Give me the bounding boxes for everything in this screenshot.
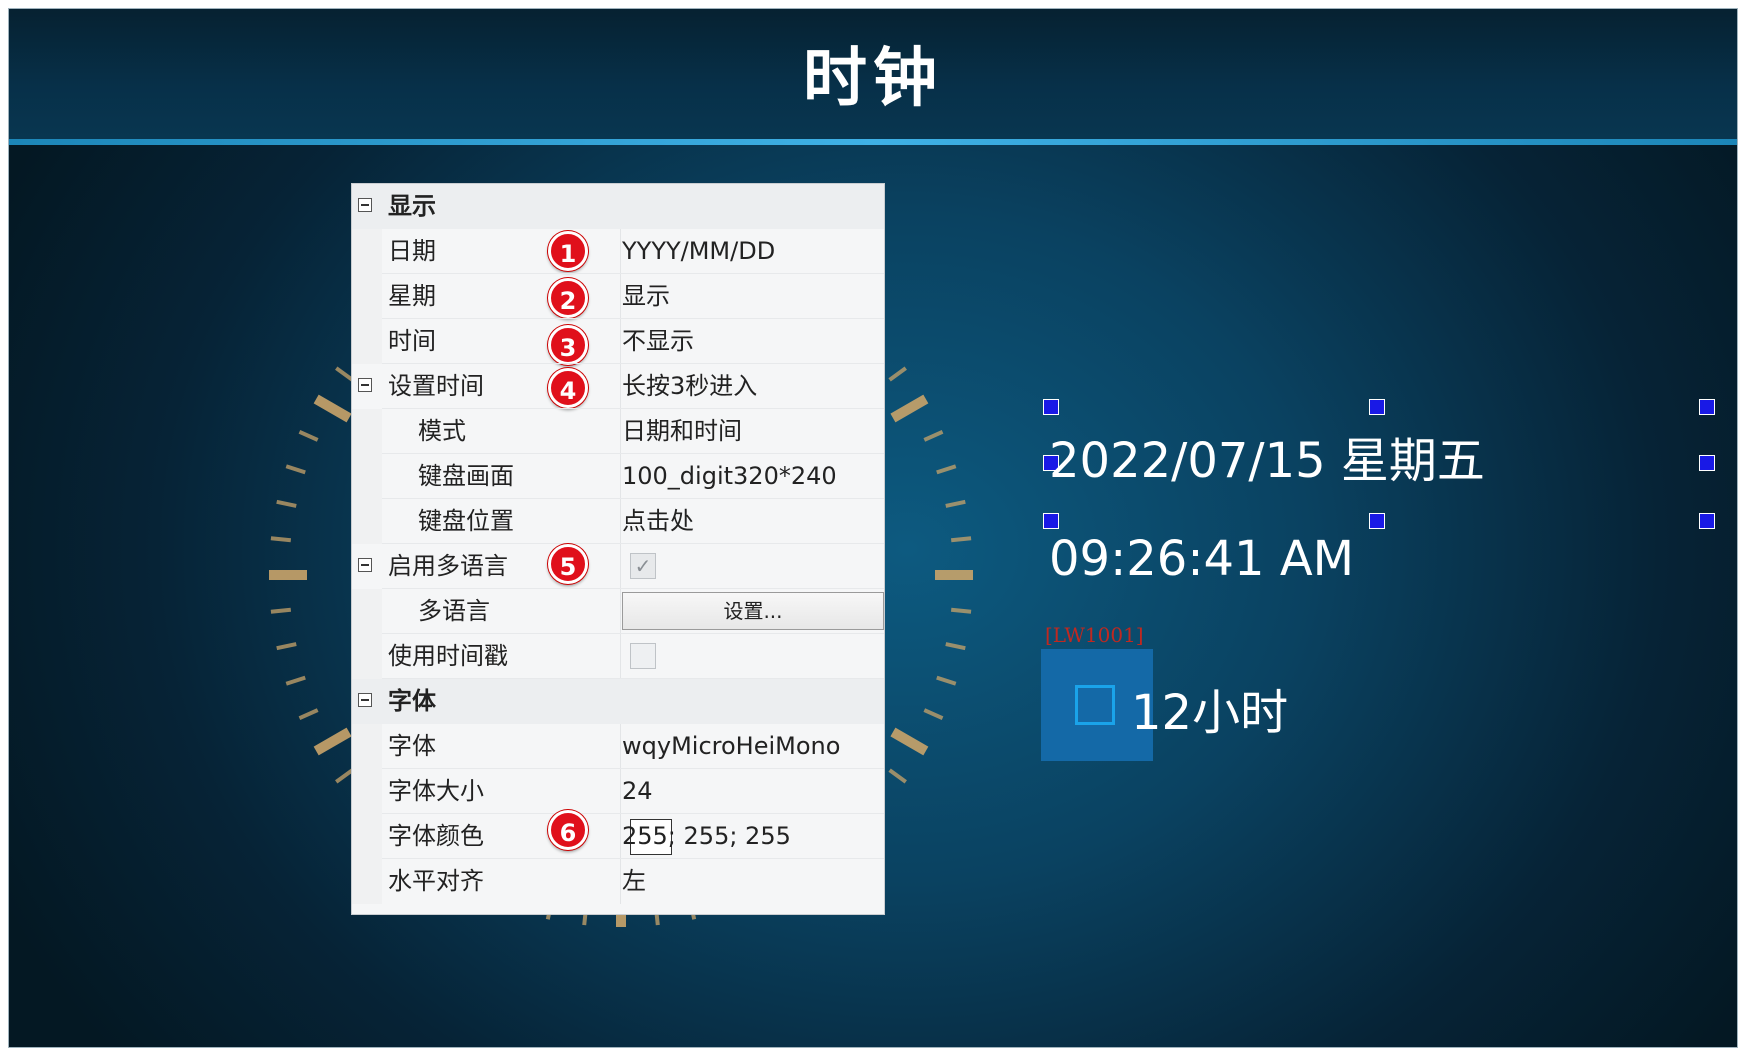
category-font-label: 字体 [388, 687, 436, 715]
dial-major-tick [313, 394, 352, 423]
dial-minor-tick [298, 708, 319, 720]
prop-font-color-value[interactable]: 255; 255; 255 [622, 814, 791, 859]
address-label: [LW1001] [1045, 623, 1144, 647]
dial-minor-tick [298, 430, 319, 442]
multilang-settings-button[interactable]: 设置... [622, 592, 884, 630]
collapse-toggle-display[interactable] [358, 198, 372, 212]
prop-keypad-screen-value[interactable]: 100_digit320*240 [622, 454, 837, 499]
dial-minor-tick [936, 464, 957, 475]
collapse-toggle-set-time[interactable] [358, 378, 372, 392]
prop-row-keypad-screen[interactable]: 键盘画面 100_digit320*240 [352, 454, 884, 499]
dial-minor-tick [276, 499, 297, 508]
prop-row-week[interactable]: 星期 2 显示 [352, 274, 884, 319]
dial-minor-tick [285, 464, 306, 475]
prop-week-value[interactable]: 显示 [622, 274, 670, 319]
callout-badge-1: 1 [548, 231, 588, 271]
dial-minor-tick [950, 607, 972, 614]
prop-time-label: 时间 [388, 327, 436, 355]
prop-font-size-value[interactable]: 24 [622, 769, 653, 814]
prop-align-value[interactable]: 左 [622, 859, 646, 904]
dial-minor-tick [285, 675, 306, 686]
prop-mode-value[interactable]: 日期和时间 [622, 409, 742, 454]
resize-handle-top-center[interactable] [1369, 399, 1385, 415]
prop-row-timestamp[interactable]: 使用时间戳 [352, 634, 884, 679]
prop-row-keypad-position[interactable]: 键盘位置 点击处 [352, 499, 884, 544]
dial-minor-tick [276, 642, 297, 651]
prop-row-font-family[interactable]: 字体 wqyMicroHeiMono [352, 724, 884, 769]
prop-font-family-label: 字体 [388, 732, 436, 760]
prop-row-align[interactable]: 水平对齐 左 [352, 859, 884, 904]
dial-minor-tick [923, 430, 944, 442]
dial-minor-tick [936, 675, 957, 686]
prop-keypad-position-value[interactable]: 点击处 [622, 499, 694, 544]
prop-font-size-label: 字体大小 [388, 777, 484, 805]
resize-handle-top-left[interactable] [1043, 399, 1059, 415]
prop-mode-label: 模式 [418, 417, 466, 445]
prop-font-color-label: 字体颜色 [388, 822, 484, 850]
prop-row-multilang-settings[interactable]: 多语言 设置... [352, 589, 884, 634]
prop-row-mode[interactable]: 模式 日期和时间 [352, 409, 884, 454]
property-panel: 显示 日期 1 YYYY/MM/DD 星期 2 显示 时间 3 不显示 设置时间… [351, 183, 885, 915]
dial-major-tick [890, 727, 929, 756]
dial-minor-tick [945, 499, 966, 508]
collapse-toggle-font[interactable] [358, 693, 372, 707]
prop-timestamp-label: 使用时间戳 [388, 642, 508, 670]
dial-minor-tick [335, 366, 354, 382]
prop-row-font-color[interactable]: 字体颜色 6 255; 255; 255 [352, 810, 884, 859]
prop-row-multilang[interactable]: 启用多语言 5 ✓ [352, 544, 884, 589]
resize-handle-middle-right[interactable] [1699, 455, 1715, 471]
resize-handle-bottom-right[interactable] [1699, 513, 1715, 529]
category-display[interactable]: 显示 [352, 184, 884, 229]
dial-minor-tick [270, 536, 292, 543]
prop-time-value[interactable]: 不显示 [622, 319, 694, 364]
dial-minor-tick [888, 768, 907, 784]
prop-font-family-value[interactable]: wqyMicroHeiMono [622, 724, 840, 769]
dial-minor-tick [950, 536, 972, 543]
hour12-checkbox[interactable] [1075, 685, 1115, 725]
clock-time-display[interactable]: 09:26:41 AM [1049, 531, 1354, 587]
prop-row-time[interactable]: 时间 3 不显示 [352, 319, 884, 365]
prop-week-label: 星期 [388, 282, 436, 310]
collapse-toggle-multilang[interactable] [358, 558, 372, 572]
prop-multilang-label: 启用多语言 [388, 552, 508, 580]
prop-align-label: 水平对齐 [388, 867, 484, 895]
prop-row-set-time[interactable]: 设置时间 4 长按3秒进入 [352, 364, 884, 409]
prop-date-label: 日期 [388, 237, 436, 265]
prop-keypad-position-label: 键盘位置 [418, 507, 514, 535]
category-font[interactable]: 字体 [352, 679, 884, 724]
clock-date-display[interactable]: 2022/07/15 星期五 [1049, 421, 1485, 491]
resize-handle-bottom-center[interactable] [1369, 513, 1385, 529]
prop-row-date[interactable]: 日期 1 YYYY/MM/DD [352, 229, 884, 274]
dial-major-tick [890, 394, 929, 423]
callout-badge-4: 4 [548, 368, 588, 408]
callout-badge-3: 3 [548, 325, 588, 365]
prop-date-value[interactable]: YYYY/MM/DD [622, 229, 775, 274]
dial-minor-tick [945, 642, 966, 651]
prop-set-time-label: 设置时间 [388, 372, 484, 400]
prop-multilang-sub-label: 多语言 [418, 597, 490, 625]
resize-handle-top-right[interactable] [1699, 399, 1715, 415]
multilang-checkbox[interactable]: ✓ [630, 553, 656, 579]
dial-minor-tick [335, 768, 354, 784]
prop-row-font-size[interactable]: 字体大小 24 [352, 769, 884, 814]
callout-badge-2: 2 [548, 278, 588, 318]
prop-keypad-screen-label: 键盘画面 [418, 462, 514, 490]
hmi-screen: 时钟 显示 日期 1 YYYY/MM/DD 星期 2 显示 时间 3 不显示 设… [8, 8, 1738, 1048]
callout-badge-6: 6 [548, 810, 588, 850]
callout-badge-5: 5 [548, 544, 588, 584]
hour12-label: 12小时 [1131, 685, 1289, 741]
dial-minor-tick [888, 366, 907, 382]
dial-minor-tick [923, 708, 944, 720]
category-display-label: 显示 [388, 192, 436, 220]
dial-major-tick [313, 727, 352, 756]
resize-handle-bottom-left[interactable] [1043, 513, 1059, 529]
dial-minor-tick [270, 607, 292, 614]
prop-set-time-value[interactable]: 长按3秒进入 [622, 364, 757, 409]
timestamp-checkbox[interactable] [630, 643, 656, 669]
